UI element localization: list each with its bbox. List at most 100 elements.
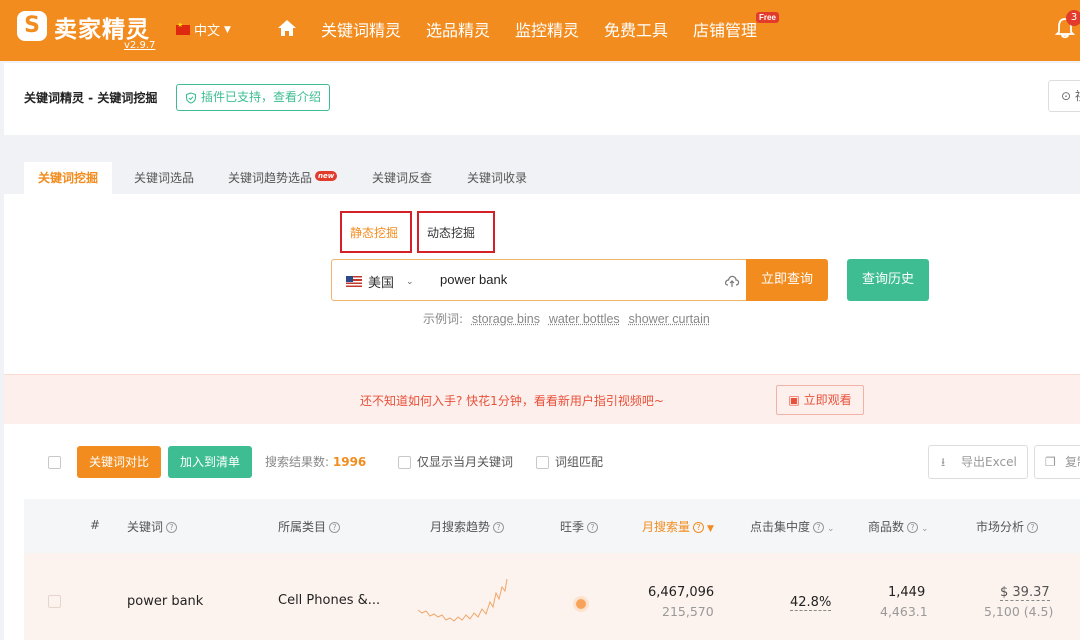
col-product-count[interactable]: 商品数? ⌄: [868, 518, 929, 535]
phrase-match-label: 词组匹配: [555, 455, 604, 469]
examples-label: 示例词:: [423, 312, 464, 326]
daily-search-volume: 215,570: [662, 604, 714, 619]
language-label: 中文: [194, 24, 221, 39]
help-icon[interactable]: ?: [329, 522, 341, 533]
col-monthly-searches[interactable]: 月搜索量? ▼: [642, 518, 714, 535]
country-label: 美国: [368, 276, 395, 291]
result-count-label: 搜索结果数:: [265, 455, 330, 469]
export-label: 导出Excel: [961, 455, 1017, 469]
search-button[interactable]: 立即查询: [746, 259, 828, 301]
nav-keyword-wizard[interactable]: 关键词精灵: [321, 17, 401, 41]
phrase-match-checkbox[interactable]: [536, 456, 549, 469]
nav-store-management[interactable]: 店铺管理: [693, 17, 757, 41]
help-icon[interactable]: ?: [1027, 522, 1039, 533]
row-checkbox[interactable]: [48, 595, 61, 608]
video-tutorial-button[interactable]: ⊙ 视: [1048, 80, 1080, 112]
onboarding-banner: 还不知道如何入手? 快花1分钟，看看新用户指引视频吧~ ▣ 立即观看: [4, 374, 1080, 424]
example-keyword-link[interactable]: storage bins: [472, 312, 540, 326]
reviews-rating: 5,100 (4.5): [984, 604, 1054, 619]
product-count: 1,449: [888, 585, 926, 600]
logo[interactable]: S 卖家精灵 v2.9.7: [14, 8, 155, 56]
logo-text: 卖家精灵: [54, 17, 150, 43]
download-icon: ⭳: [941, 455, 946, 469]
tab-keyword-product-selection[interactable]: 关键词选品: [120, 162, 208, 194]
nav-monitor-wizard[interactable]: 监控精灵: [515, 17, 579, 41]
add-to-list-button[interactable]: 加入到清单: [168, 446, 252, 478]
sort-icon: ⌄: [827, 524, 835, 534]
monthly-search-volume: 6,467,096: [648, 585, 715, 600]
dynamic-mining-mode[interactable]: 动态挖掘: [417, 211, 495, 253]
us-flag-icon: [346, 276, 362, 287]
search-trend-sparkline[interactable]: [417, 577, 509, 627]
shield-check-icon: [185, 91, 197, 104]
help-icon[interactable]: ?: [813, 522, 825, 533]
col-label: 商品数: [868, 520, 905, 534]
col-peak-season[interactable]: 旺季?: [560, 518, 599, 535]
col-search-trend[interactable]: 月搜索趋势?: [430, 518, 505, 535]
table-row[interactable]: power bank Cell Phones &... 6,467,096 21…: [24, 553, 1080, 640]
language-selector[interactable]: 中文 ▼: [176, 20, 231, 39]
current-month-label: 仅显示当月关键词: [417, 455, 514, 469]
product-count-sub: 4,463.1: [880, 604, 928, 619]
tab-label: 关键词收录: [467, 171, 528, 185]
tab-keyword-trend-selection[interactable]: 关键词趋势选品 new: [214, 162, 351, 194]
tab-keyword-mining[interactable]: 关键词挖掘: [24, 162, 113, 194]
sort-icon: ⌄: [921, 524, 929, 534]
query-history-button[interactable]: 查询历史: [847, 259, 929, 301]
help-icon[interactable]: ?: [907, 522, 919, 533]
plugin-supported-badge[interactable]: 插件已支持，查看介绍: [176, 84, 331, 111]
search-input[interactable]: power bank: [440, 272, 507, 287]
keyword-compare-button[interactable]: 关键词对比: [77, 446, 161, 478]
example-keyword-link[interactable]: shower curtain: [629, 312, 710, 326]
table-header: # 关键词? 所属类目? 月搜索趋势? 旺季? 月搜索量? ▼ 点击集中度? ⌄ 商…: [24, 499, 1080, 553]
free-badge: Free: [756, 12, 779, 23]
keyword-cell[interactable]: power bank: [127, 594, 203, 609]
help-icon[interactable]: ?: [587, 522, 599, 533]
col-category[interactable]: 所属类目?: [278, 518, 341, 535]
col-market-analysis[interactable]: 市场分析?: [976, 518, 1039, 535]
col-click-concentration[interactable]: 点击集中度? ⌄: [750, 518, 835, 535]
tab-keyword-reverse-lookup[interactable]: 关键词反查: [358, 162, 446, 194]
col-keyword[interactable]: 关键词?: [127, 518, 178, 535]
help-icon[interactable]: ?: [693, 522, 705, 533]
tab-label: 关键词选品: [134, 171, 195, 185]
col-label: 月搜索趋势: [430, 520, 491, 534]
help-icon[interactable]: ?: [493, 522, 505, 533]
example-keyword-link[interactable]: water bottles: [549, 312, 620, 326]
cloud-upload-icon[interactable]: [724, 274, 740, 288]
sort-desc-icon: ▼: [707, 524, 714, 534]
avg-price[interactable]: $ 39.37: [1000, 585, 1050, 601]
select-all-checkbox[interactable]: [48, 456, 61, 469]
home-icon[interactable]: [277, 18, 297, 38]
notification-count-badge: 3: [1066, 10, 1080, 26]
help-icon[interactable]: ?: [166, 522, 178, 533]
nav-product-wizard[interactable]: 选品精灵: [426, 17, 490, 41]
nav-free-tools[interactable]: 免费工具: [604, 17, 668, 41]
avg-price-value: $ 39.37: [1000, 585, 1050, 601]
results-card: 关键词对比 加入到清单 搜索结果数: 1996 仅显示当月关键词 词组匹配 ⭳ …: [4, 424, 1080, 640]
breadcrumb-card: 关键词精灵 - 关键词挖掘 插件已支持，查看介绍 ⊙ 视: [4, 63, 1080, 135]
copy-button[interactable]: ❐ 复制: [1034, 445, 1080, 479]
static-mining-mode[interactable]: 静态挖掘: [340, 211, 412, 259]
copy-icon: ❐: [1045, 455, 1056, 469]
breadcrumb: 关键词精灵 - 关键词挖掘: [24, 91, 158, 105]
col-label: 所属类目: [278, 520, 327, 534]
chevron-down-icon: ▼: [224, 24, 231, 35]
tab-keyword-indexing[interactable]: 关键词收录: [453, 162, 541, 194]
country-selector[interactable]: 美国 ⌄: [346, 272, 414, 291]
result-count: 搜索结果数: 1996: [265, 453, 366, 470]
watch-video-button[interactable]: ▣ 立即观看: [776, 385, 864, 415]
video-play-icon: ▣: [788, 393, 800, 407]
export-excel-button[interactable]: ⭳ 导出Excel: [928, 445, 1028, 479]
col-index: #: [90, 518, 101, 532]
example-keywords: 示例词: storage bins water bottles shower c…: [423, 310, 710, 327]
peak-season-indicator: [576, 599, 586, 609]
search-box: 美国 ⌄ power bank: [331, 259, 747, 301]
tab-label: 关键词挖掘: [38, 171, 99, 185]
current-month-checkbox[interactable]: [398, 456, 411, 469]
click-concentration-value[interactable]: 42.8%: [790, 595, 832, 611]
col-label: 关键词: [127, 520, 164, 534]
copy-label: 复制: [1065, 455, 1080, 469]
version-label[interactable]: v2.9.7: [124, 40, 155, 51]
col-label: 市场分析: [976, 520, 1025, 534]
